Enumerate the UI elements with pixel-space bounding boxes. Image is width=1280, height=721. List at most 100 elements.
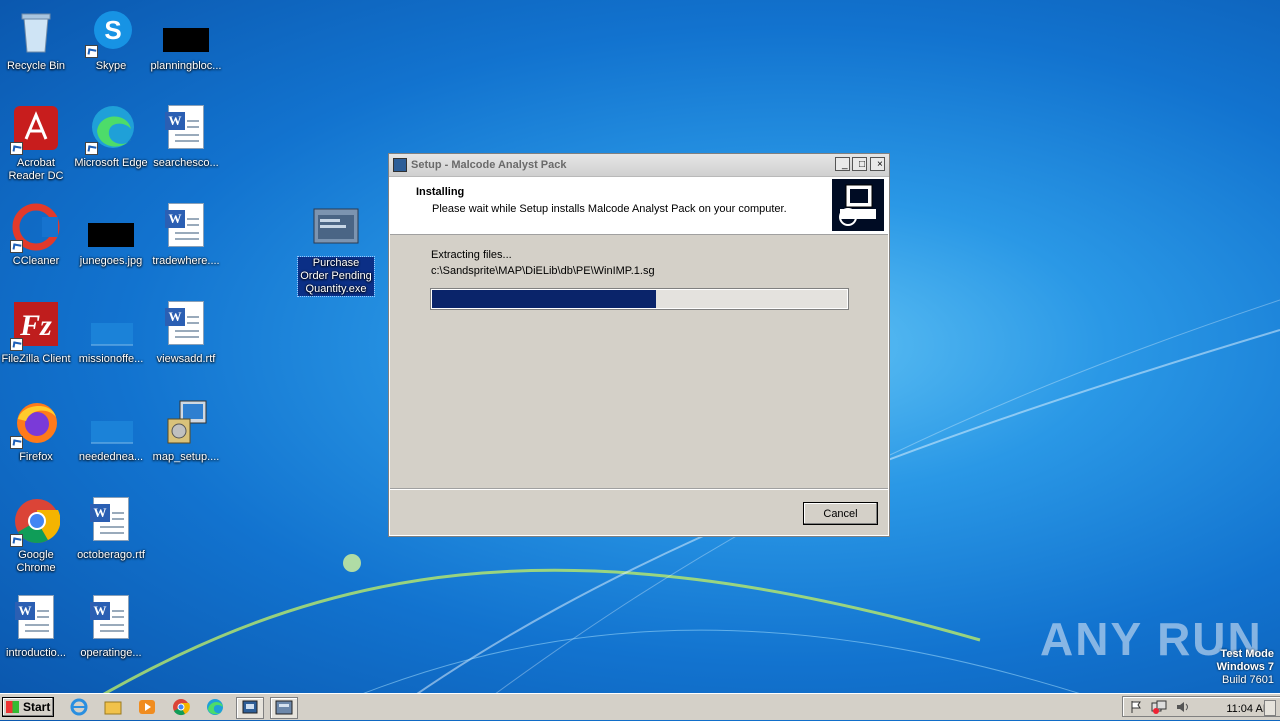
network-icon[interactable] bbox=[1151, 700, 1167, 717]
system-tray: 11:04 AM bbox=[1122, 696, 1280, 717]
dialog-header: Installing Please wait while Setup insta… bbox=[390, 177, 888, 235]
exe-icon bbox=[312, 205, 360, 253]
desktop-icon-label: missionoffe... bbox=[78, 353, 144, 365]
desktop-icon-tradewhere[interactable]: W tradewhere.... bbox=[148, 203, 224, 268]
minimize-button[interactable]: _ bbox=[835, 157, 850, 171]
desktop-icon-label: Microsoft Edge bbox=[74, 157, 148, 169]
chrome-icon bbox=[10, 497, 61, 547]
installer-computer-icon bbox=[832, 179, 884, 231]
desktop-icon-label: FileZilla Client bbox=[1, 353, 71, 365]
desktop-icon-label: junegoes.jpg bbox=[79, 255, 143, 267]
progress-bar bbox=[430, 288, 849, 310]
desktop-icon-label: Firefox bbox=[19, 451, 53, 463]
edge-taskbar-icon[interactable] bbox=[204, 697, 226, 717]
desktop-icon-operatinge[interactable]: W operatinge... bbox=[73, 595, 149, 660]
recycle-bin-icon bbox=[12, 8, 60, 56]
desktop-icon-purchase-order[interactable]: Purchase Order Pending Quantity.exe bbox=[297, 205, 375, 297]
maximize-button[interactable]: □ bbox=[852, 157, 867, 171]
desktop-icon-label: Acrobat Reader DC bbox=[8, 157, 64, 182]
taskbar: Start 11:04 AM bbox=[0, 693, 1280, 720]
svg-text:S: S bbox=[104, 15, 121, 45]
word-doc-icon: W bbox=[162, 203, 210, 251]
word-doc-icon: W bbox=[87, 497, 135, 545]
desktop-icon-ccleaner[interactable]: CCleaner bbox=[0, 203, 74, 268]
desktop-icon-map-setup[interactable]: map_setup.... bbox=[148, 399, 224, 464]
filezilla-icon: Fz bbox=[10, 301, 60, 351]
dialog-title: Setup - Malcode Analyst Pack bbox=[411, 159, 567, 171]
setup-taskbar-button[interactable] bbox=[236, 697, 264, 719]
desktop-icon-label: Google Chrome bbox=[16, 549, 56, 574]
desktop-icon-missionoffe[interactable]: missionoffe... bbox=[73, 301, 149, 366]
desktop-icon-filezilla[interactable]: Fz FileZilla Client bbox=[0, 301, 74, 366]
image-file-icon bbox=[87, 399, 135, 447]
header-subtitle: Please wait while Setup installs Malcode… bbox=[432, 203, 787, 215]
svg-text:Fz: Fz bbox=[19, 309, 52, 342]
explorer-icon[interactable] bbox=[102, 697, 124, 717]
close-button[interactable]: × bbox=[870, 157, 885, 171]
windows-logo-icon bbox=[6, 701, 19, 713]
desktop-icon-label: Skype bbox=[95, 60, 127, 72]
desktop-icon-acrobat[interactable]: Acrobat Reader DC bbox=[0, 105, 74, 183]
desktop-icon-label: searchesco... bbox=[153, 157, 219, 169]
chrome-taskbar-icon[interactable] bbox=[170, 697, 192, 717]
image-file-icon bbox=[87, 301, 135, 349]
desktop-icon-label: CCleaner bbox=[12, 255, 60, 267]
desktop-icon-recycle-bin[interactable]: Recycle Bin bbox=[0, 8, 74, 73]
desktop-icon-neededne[interactable]: neededneа... bbox=[73, 399, 149, 464]
show-desktop-button[interactable] bbox=[1264, 700, 1276, 716]
cancel-button[interactable]: Cancel bbox=[803, 502, 878, 525]
desktop-icon-skype[interactable]: S Skype bbox=[73, 8, 149, 73]
shortcut-arrow-icon bbox=[10, 142, 23, 155]
system-info: Test Mode Windows 7 Build 7601 bbox=[1217, 648, 1274, 687]
installer-icon bbox=[162, 399, 210, 447]
setup-app-icon bbox=[393, 158, 407, 172]
word-doc-icon: W bbox=[162, 105, 210, 153]
progress-fill bbox=[432, 290, 657, 308]
header-title: Installing bbox=[416, 186, 465, 198]
shortcut-arrow-icon bbox=[10, 338, 23, 351]
windows-version-text: Windows 7 bbox=[1216, 661, 1274, 673]
desktop-icon-introductio[interactable]: W introductio... bbox=[0, 595, 74, 660]
word-doc-icon: W bbox=[162, 301, 210, 349]
test-mode-text: Test Mode bbox=[1220, 648, 1274, 660]
acrobat-icon bbox=[10, 105, 60, 155]
shortcut-arrow-icon bbox=[10, 436, 23, 449]
desktop-icon-label: octoberago.rtf bbox=[77, 549, 145, 561]
dialog-separator bbox=[390, 488, 888, 490]
desktop-icon-label: viewsadd.rtf bbox=[156, 353, 216, 365]
status-text: Extracting files... bbox=[431, 249, 512, 261]
media-player-icon[interactable] bbox=[136, 697, 158, 717]
shortcut-arrow-icon bbox=[10, 534, 23, 547]
ie-icon[interactable] bbox=[68, 697, 90, 717]
desktop-icon-edge[interactable]: Microsoft Edge bbox=[73, 105, 149, 170]
desktop-icon-label: tradewhere.... bbox=[152, 255, 220, 267]
desktop-icon-label: introductio... bbox=[6, 647, 66, 659]
desktop-icon-viewsadd[interactable]: W viewsadd.rtf bbox=[148, 301, 224, 366]
firefox-icon bbox=[10, 399, 60, 449]
desktop-icon-label: neededneа... bbox=[78, 451, 144, 463]
desktop-icon-planningbloc[interactable]: planningbloc... bbox=[148, 8, 224, 73]
dialog-titlebar[interactable]: Setup - Malcode Analyst Pack _ □ × bbox=[389, 154, 889, 177]
desktop-icon-label: Purchase Order Pending Quantity.exe bbox=[297, 256, 375, 297]
desktop-icon-junegoes[interactable]: junegoes.jpg bbox=[73, 203, 149, 268]
start-label: Start bbox=[23, 700, 51, 714]
skype-icon: S bbox=[85, 8, 135, 58]
desktop-icon-label: Recycle Bin bbox=[6, 60, 66, 72]
image-file-icon bbox=[162, 8, 210, 56]
word-doc-icon: W bbox=[12, 595, 60, 643]
desktop-icon-chrome[interactable]: Google Chrome bbox=[0, 497, 74, 575]
desktop-icon-label: operatinge... bbox=[80, 647, 142, 659]
volume-icon[interactable] bbox=[1175, 700, 1191, 717]
desktop-icon-octoberago[interactable]: W octoberago.rtf bbox=[73, 497, 149, 562]
app-taskbar-button[interactable] bbox=[270, 697, 298, 719]
desktop-icon-firefox[interactable]: Firefox bbox=[0, 399, 74, 464]
image-file-icon bbox=[87, 203, 135, 251]
current-file-text: c:\Sandsprite\MAP\DiELib\db\PE\WinIMP.1.… bbox=[431, 265, 655, 277]
setup-dialog: Setup - Malcode Analyst Pack _ □ × Insta… bbox=[388, 153, 890, 537]
action-center-flag-icon[interactable] bbox=[1129, 700, 1143, 717]
desktop-icon-searchesco[interactable]: W searchesco... bbox=[148, 105, 224, 170]
shortcut-arrow-icon bbox=[10, 240, 23, 253]
build-text: Build 7601 bbox=[1222, 674, 1274, 686]
desktop-icon-label: planningbloc... bbox=[150, 60, 222, 72]
start-button[interactable]: Start bbox=[2, 697, 54, 717]
